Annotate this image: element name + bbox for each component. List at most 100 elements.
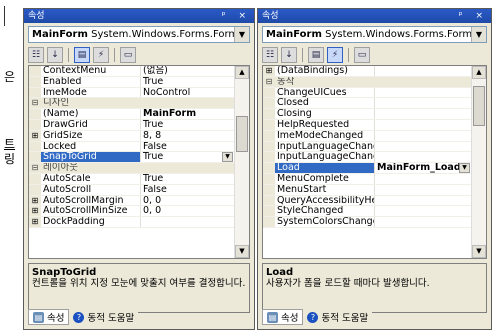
property-row[interactable]: ⊞ AutoScrollMargin 0, 0	[29, 195, 234, 207]
property-row[interactable]: ImeModeChanged	[263, 130, 471, 142]
category-row[interactable]: ⊟ 동작	[263, 76, 471, 88]
property-value[interactable]: 8, 8	[141, 131, 234, 141]
property-value[interactable]	[141, 217, 234, 227]
property-row[interactable]: AutoScroll False	[29, 184, 234, 196]
property-value[interactable]: False	[141, 142, 234, 152]
vertical-scrollbar[interactable]: ▲ ▼	[234, 66, 249, 258]
properties-icon[interactable]: ▤	[74, 47, 90, 63]
property-value[interactable]: MainForm_Load ▼	[375, 163, 471, 173]
category-row[interactable]: ⊟ 디자인	[29, 98, 234, 110]
property-value[interactable]	[375, 174, 471, 184]
property-value[interactable]: 0, 0	[141, 196, 234, 206]
property-value[interactable]	[375, 185, 471, 195]
tab-properties[interactable]: ▤ 속성	[262, 309, 304, 325]
categorized-icon[interactable]: ☷	[28, 47, 44, 63]
tab-dynamic-help[interactable]: ? 동적 도움말	[303, 309, 373, 325]
property-row[interactable]: SnapToGrid True ▼	[29, 152, 234, 164]
property-value[interactable]	[375, 206, 471, 216]
alphabetical-icon[interactable]: ↓	[47, 47, 63, 63]
property-value[interactable]	[375, 131, 471, 141]
property-row[interactable]: MenuStart	[263, 184, 471, 196]
scroll-down-icon[interactable]: ▼	[235, 245, 249, 258]
vertical-scrollbar[interactable]: ▲ ▼	[471, 66, 486, 258]
property-value[interactable]	[375, 142, 471, 152]
properties-icon[interactable]: ▤	[308, 47, 324, 63]
chevron-down-icon[interactable]: ▼	[459, 163, 470, 173]
property-value[interactable]: True ▼	[141, 152, 234, 163]
property-row[interactable]: DrawGrid True	[29, 119, 234, 131]
property-value[interactable]: True	[141, 174, 234, 184]
object-selector[interactable]: MainForm System.Windows.Forms.Form ▼	[262, 26, 487, 43]
tab-properties[interactable]: ▤ 속성	[28, 309, 70, 325]
scroll-up-icon[interactable]: ▲	[235, 66, 249, 79]
expand-collapse-icon[interactable]: ⊞	[29, 217, 41, 227]
expand-collapse-icon[interactable]: ⊞	[29, 195, 41, 206]
property-value[interactable]	[375, 120, 471, 130]
property-grid[interactable]: ContextMenu (없음) Enabled True ImeMode NoContr…	[28, 65, 250, 259]
property-value[interactable]	[375, 109, 471, 119]
chevron-down-icon[interactable]: ▼	[471, 27, 486, 42]
property-row[interactable]: StyleChanged	[263, 206, 471, 218]
property-row[interactable]: ⊞ (DataBindings)	[263, 66, 471, 77]
scroll-thumb[interactable]	[473, 86, 485, 126]
property-value[interactable]	[375, 98, 471, 108]
property-row[interactable]: MenuComplete	[263, 173, 471, 185]
expand-collapse-icon[interactable]: ⊞	[263, 66, 275, 76]
property-value[interactable]	[375, 217, 471, 227]
scroll-up-icon[interactable]: ▲	[472, 66, 486, 79]
property-row[interactable]: SystemColorsChanged	[263, 217, 471, 228]
scroll-down-icon[interactable]: ▼	[472, 245, 486, 258]
property-row[interactable]: ImeMode NoControl	[29, 87, 234, 99]
property-row[interactable]: ⊞ DockPadding	[29, 217, 234, 228]
property-row[interactable]: HelpRequested	[263, 119, 471, 131]
property-row[interactable]: AutoScale True	[29, 173, 234, 185]
event-grid[interactable]: ⊞ (DataBindings) ⊟ 동작 ChangeUICues Closed Clos…	[262, 65, 487, 259]
property-value[interactable]	[375, 88, 471, 98]
property-row[interactable]: Locked False	[29, 141, 234, 153]
property-value[interactable]	[375, 196, 471, 206]
pin-close-icons[interactable]: ᵖ ×	[222, 9, 251, 23]
expand-collapse-icon[interactable]: ⊟	[29, 98, 41, 109]
property-row[interactable]: ⊞ AutoScrollMinSize 0, 0	[29, 206, 234, 218]
expand-collapse-icon[interactable]: ⊟	[29, 163, 41, 173]
property-value[interactable]: True	[141, 77, 234, 87]
tab-dynamic-help[interactable]: ? 동적 도움말	[69, 309, 139, 325]
categorized-icon[interactable]: ☷	[262, 47, 278, 63]
property-row[interactable]: ContextMenu (없음)	[29, 66, 234, 77]
property-value[interactable]	[375, 66, 471, 76]
pin-close-icons[interactable]: ᵖ ×	[459, 9, 488, 23]
property-value[interactable]: NoControl	[141, 88, 234, 98]
property-row[interactable]: ⊞ GridSize 8, 8	[29, 130, 234, 142]
property-value[interactable]: 0, 0	[141, 206, 234, 216]
property-row[interactable]: Closed	[263, 98, 471, 110]
chevron-down-icon[interactable]: ▼	[234, 27, 249, 42]
scroll-thumb[interactable]	[236, 116, 248, 152]
expand-collapse-icon[interactable]: ⊟	[263, 76, 275, 87]
expand-collapse-icon[interactable]: ⊞	[29, 130, 41, 141]
property-name: ChangeUICues	[275, 87, 375, 98]
property-row[interactable]: Load MainForm_Load ▼	[263, 163, 471, 174]
property-pages-icon[interactable]: ▭	[120, 47, 136, 63]
panel-titlebar[interactable]: 속성 ᵖ ×	[24, 9, 254, 23]
property-value[interactable]: (없음)	[141, 66, 234, 76]
alphabetical-icon[interactable]: ↓	[281, 47, 297, 63]
property-row[interactable]: Closing	[263, 109, 471, 120]
property-value[interactable]: False	[141, 185, 234, 195]
property-row[interactable]: (Name) MainForm	[29, 109, 234, 120]
events-icon[interactable]: ⚡	[327, 47, 343, 63]
property-row[interactable]: InputLanguageChang	[263, 152, 471, 164]
property-pages-icon[interactable]: ▭	[354, 47, 370, 63]
events-icon[interactable]: ⚡	[93, 47, 109, 63]
property-value[interactable]: MainForm	[141, 109, 234, 119]
object-selector[interactable]: MainForm System.Windows.Forms.Form ▼	[28, 26, 250, 43]
category-row[interactable]: ⊟ 레이아웃	[29, 163, 234, 174]
property-value[interactable]: True	[141, 120, 234, 130]
panel-titlebar[interactable]: 속성 ᵖ ×	[258, 9, 491, 23]
property-row[interactable]: Enabled True	[29, 76, 234, 88]
property-row[interactable]: QueryAccessibilityHe	[263, 195, 471, 207]
chevron-down-icon[interactable]: ▼	[222, 152, 233, 163]
property-row[interactable]: ChangeUICues	[263, 87, 471, 99]
property-row[interactable]: InputLanguageChang	[263, 141, 471, 153]
property-value[interactable]	[375, 152, 471, 162]
expand-collapse-icon[interactable]: ⊞	[29, 206, 41, 217]
